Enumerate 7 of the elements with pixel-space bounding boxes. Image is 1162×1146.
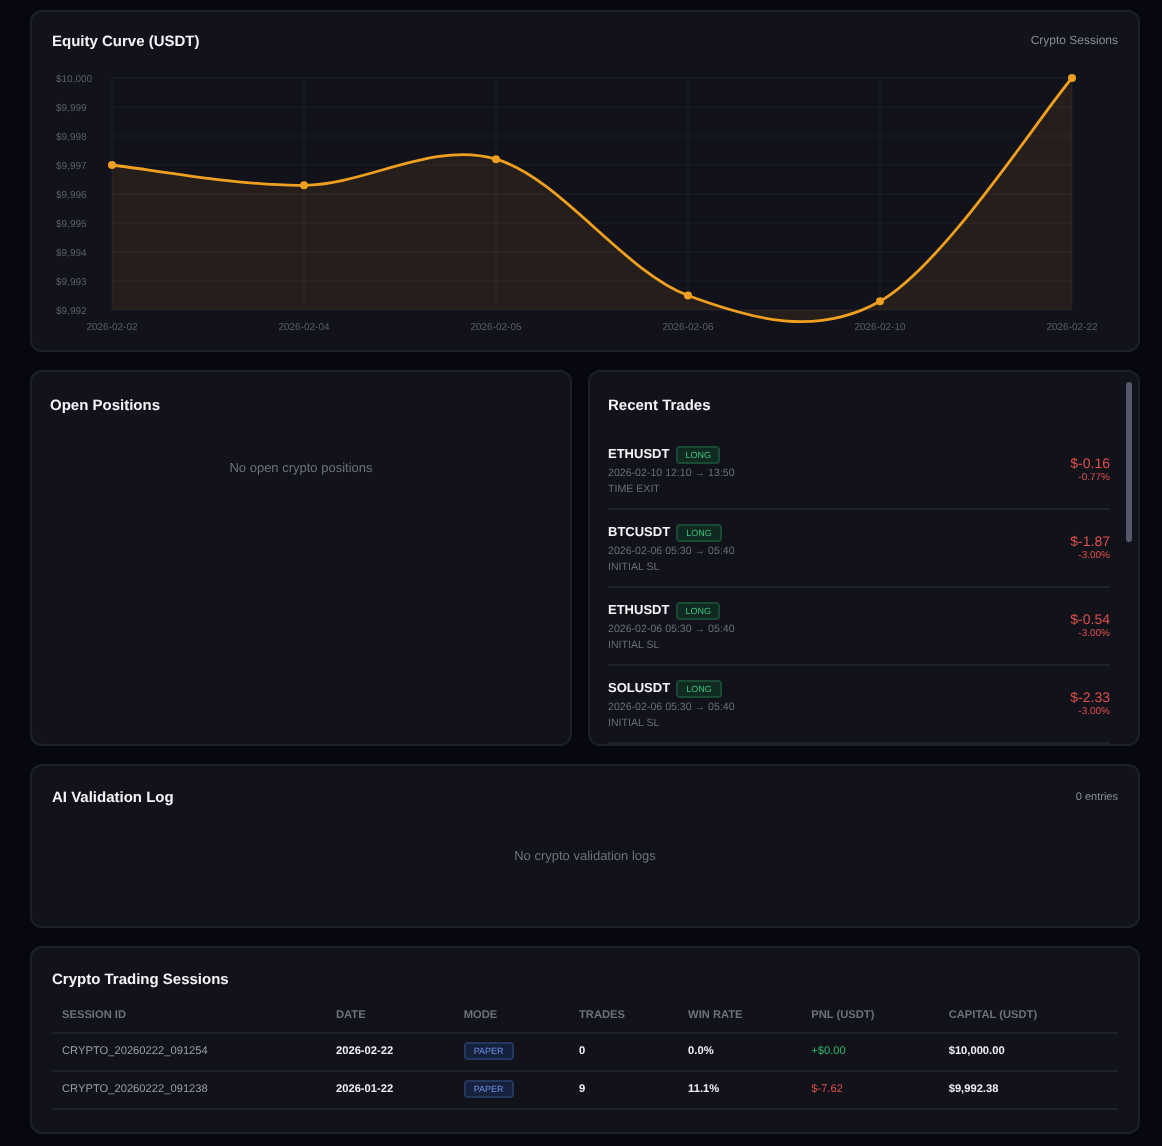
scrollbar[interactable] <box>1126 382 1132 542</box>
data-point <box>492 155 500 164</box>
data-point <box>684 291 692 300</box>
data-point <box>876 297 884 306</box>
data-point <box>108 161 116 169</box>
data-point <box>300 181 308 190</box>
data-point <box>1068 74 1076 82</box>
